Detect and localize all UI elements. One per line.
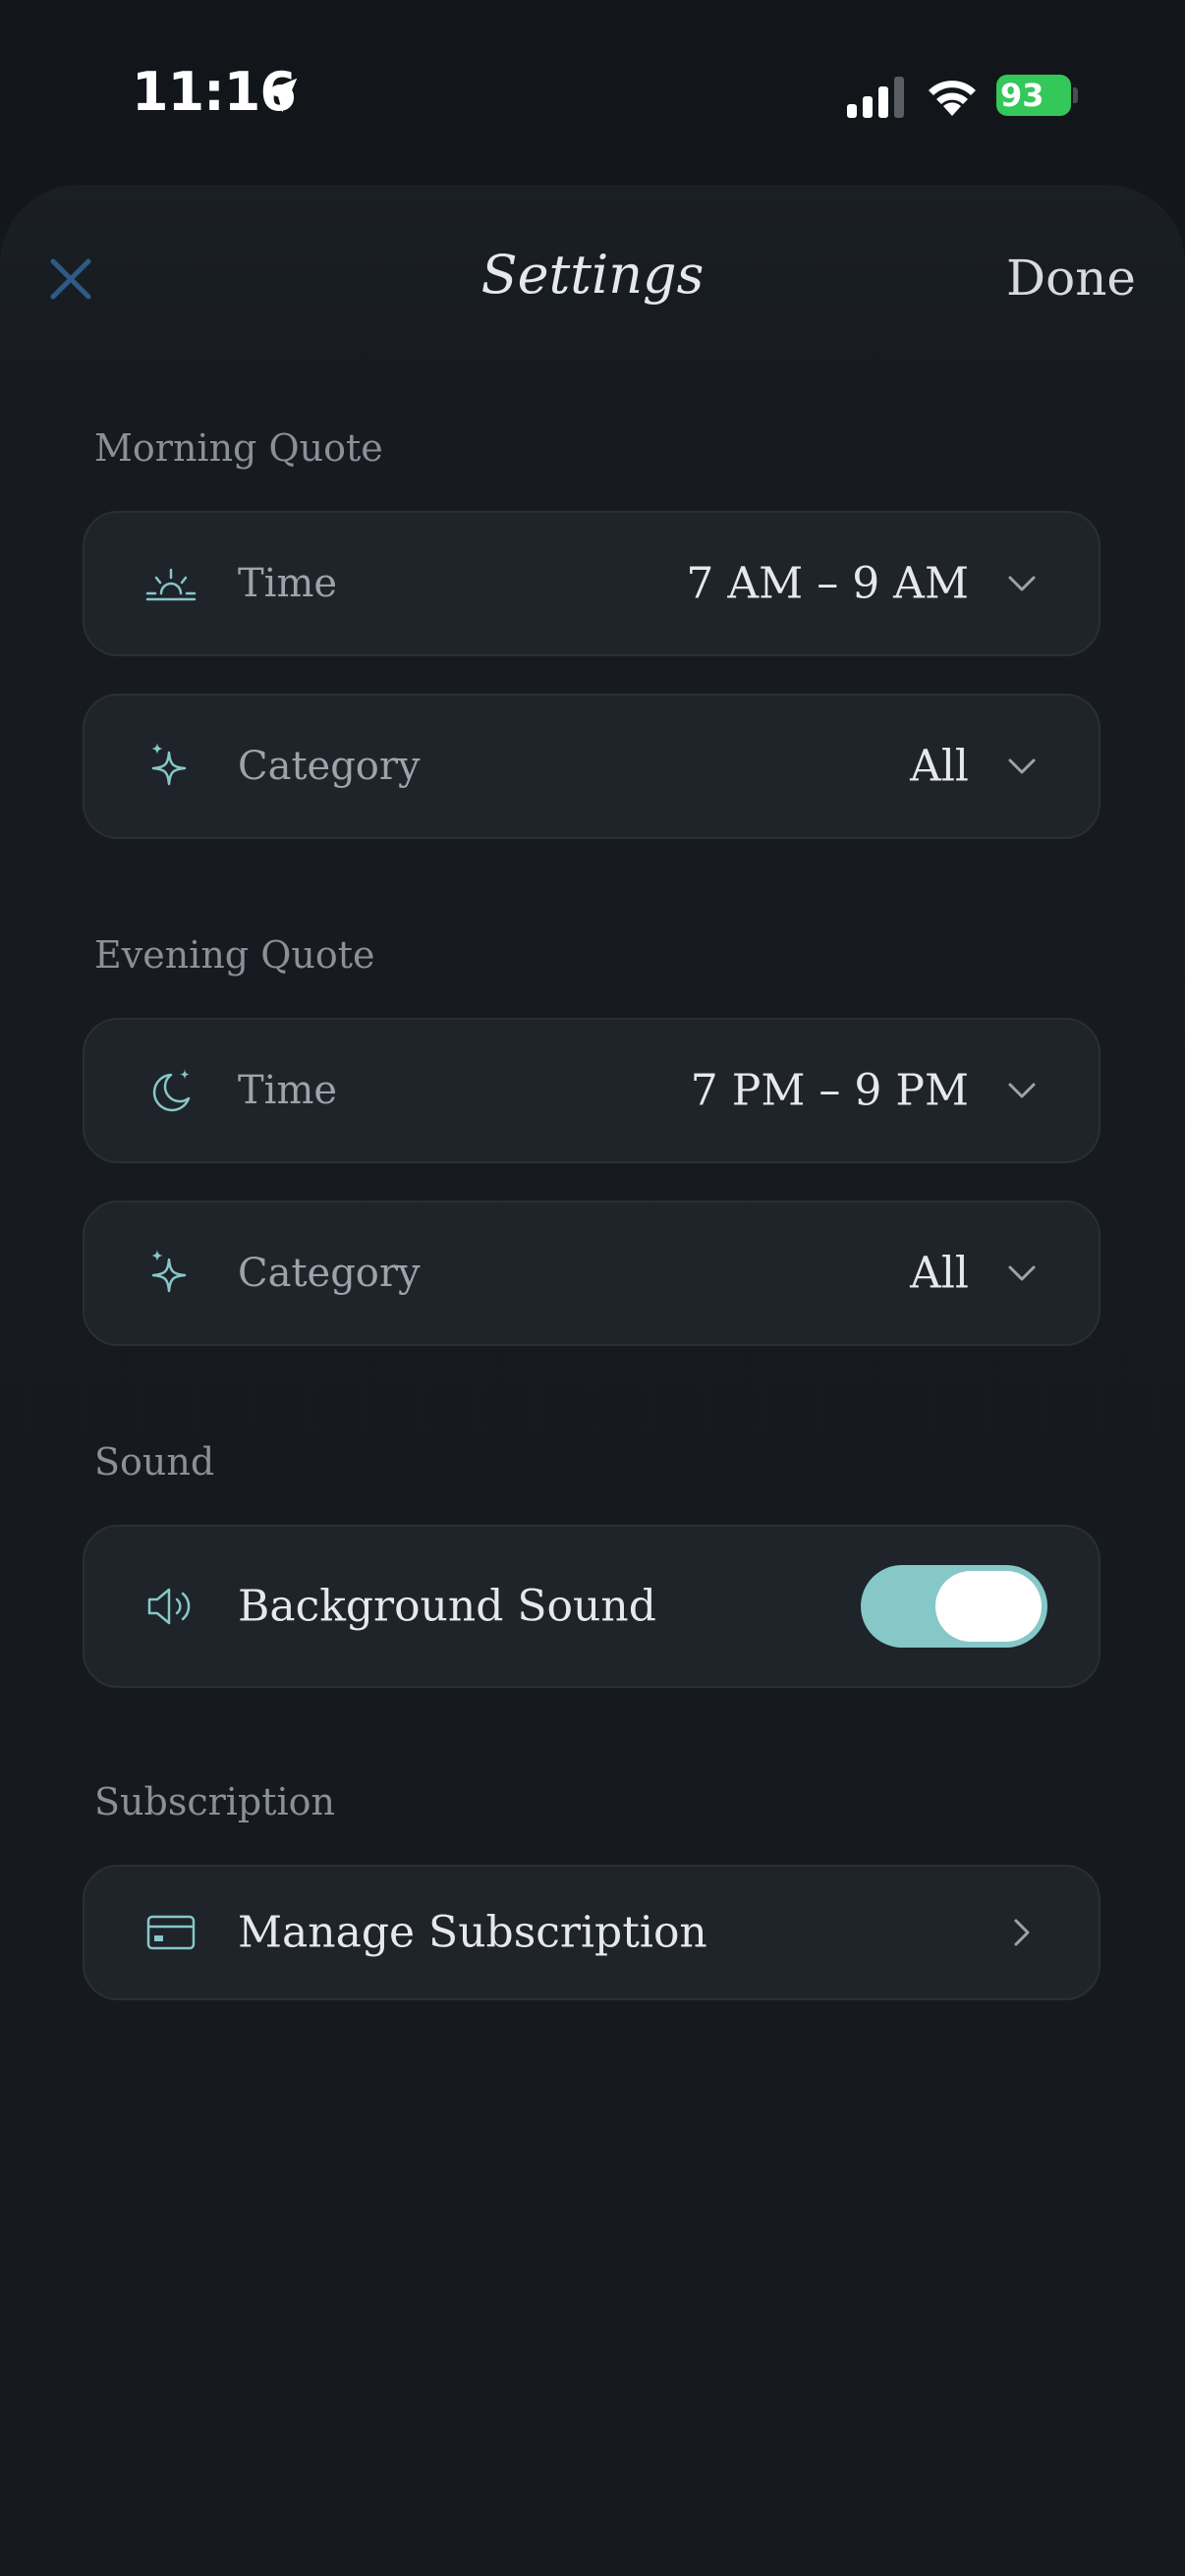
credit-card-icon [146, 1915, 196, 1950]
chevron-down-icon [1008, 1265, 1036, 1281]
morning-section-title: Morning Quote [94, 426, 383, 470]
location-arrow-icon [262, 78, 298, 113]
chevron-down-icon [1008, 576, 1036, 591]
chevron-down-icon [1008, 758, 1036, 774]
evening-category-row[interactable]: Category All [83, 1201, 1100, 1346]
morning-time-label: Time [238, 561, 338, 606]
evening-time-label: Time [238, 1068, 338, 1113]
evening-section-title: Evening Quote [94, 933, 375, 977]
app-screen: 11:16 93 Settings Done Morning Quote Tim… [0, 0, 1185, 2576]
battery-level: 93 [1000, 77, 1044, 114]
manage-subscription-row[interactable]: Manage Subscription [83, 1865, 1100, 2000]
chevron-right-icon [1014, 1919, 1030, 1946]
morning-time-row[interactable]: Time 7 AM – 9 AM [83, 511, 1100, 656]
background-sound-label: Background Sound [238, 1581, 656, 1632]
chevron-down-icon [1008, 1083, 1036, 1098]
evening-time-row[interactable]: Time 7 PM – 9 PM [83, 1018, 1100, 1163]
moon-stars-icon [152, 1069, 191, 1112]
battery-charging-icon: 93 [996, 75, 1078, 116]
manage-subscription-label: Manage Subscription [238, 1907, 707, 1958]
status-bar: 11:16 93 [0, 0, 1185, 187]
background-sound-toggle[interactable] [861, 1565, 1047, 1648]
morning-category-value: All [910, 741, 969, 792]
morning-category-label: Category [238, 744, 421, 789]
evening-time-value: 7 PM – 9 PM [690, 1065, 969, 1116]
evening-category-label: Category [238, 1251, 421, 1296]
sparkles-icon [151, 1250, 187, 1293]
sparkles-icon [151, 743, 187, 786]
speaker-icon [147, 1588, 191, 1625]
morning-time-value: 7 AM – 9 AM [686, 558, 969, 609]
sound-section-title: Sound [94, 1440, 215, 1484]
morning-category-row[interactable]: Category All [83, 694, 1100, 839]
evening-category-value: All [910, 1248, 969, 1299]
wifi-icon [929, 81, 976, 116]
battery-nub [1073, 87, 1078, 103]
sunrise-icon [145, 568, 197, 601]
cellular-signal-icon [847, 77, 904, 118]
background-sound-row: Background Sound [83, 1525, 1100, 1688]
done-button[interactable]: Done [1006, 250, 1136, 307]
toggle-knob [935, 1571, 1042, 1642]
subscription-section-title: Subscription [94, 1780, 336, 1823]
